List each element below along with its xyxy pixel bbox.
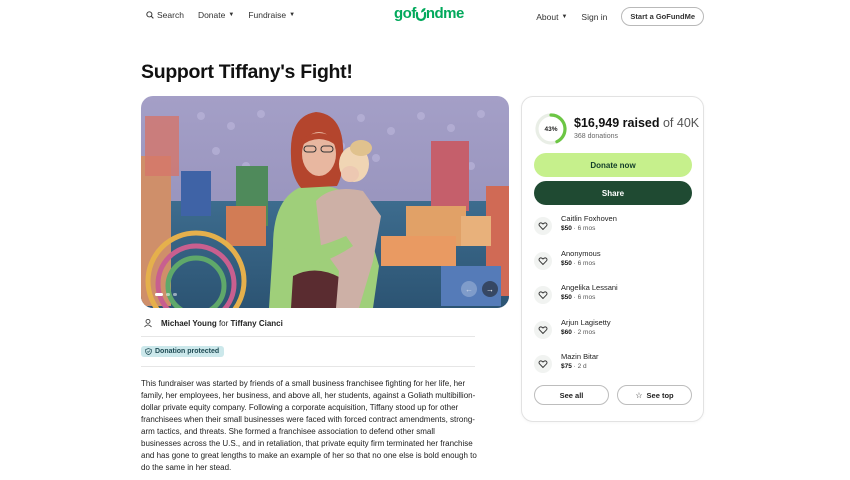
divider (141, 336, 475, 337)
donor-name: Angelika Lessani (561, 283, 618, 293)
about-menu[interactable]: About ▼ (536, 12, 567, 22)
heart-hand-icon (534, 251, 552, 270)
heart-hand-icon (534, 286, 552, 305)
donation-item: Angelika Lessani $50 · 6 mos (534, 280, 694, 315)
search-link[interactable]: Search (146, 10, 184, 20)
donor-name: Caitlin Foxhoven (561, 214, 617, 223)
donation-meta: $75 · 2 d (561, 363, 587, 371)
donate-menu[interactable]: Donate ▼ (198, 10, 234, 20)
see-all-button[interactable]: See all (534, 385, 609, 405)
goal-amount: of 40K (662, 116, 700, 130)
search-icon (146, 11, 154, 19)
arrow-right-icon: → (486, 284, 494, 294)
fundraise-menu[interactable]: Fundraise ▼ (248, 10, 295, 20)
donation-amount: $50 (561, 225, 572, 232)
donation-item: Mazin Bitar $75 · 2 d (534, 349, 694, 384)
organizer-line: Michael Young for Tiffany Cianci (143, 318, 283, 328)
campaign-hero-image[interactable]: ← → (141, 96, 509, 308)
donation-amount: $60 (561, 328, 572, 336)
donation-time: 6 mos (577, 294, 596, 302)
carousel-dots[interactable] (155, 293, 177, 296)
chevron-down-icon: ▼ (289, 12, 296, 18)
donate-now-button[interactable]: Donate now (534, 153, 692, 177)
see-top-label: See top (646, 390, 674, 400)
donation-meta: $50 · 6 mos (561, 294, 596, 302)
donation-item: Anonymous $50 · 6 mos (534, 246, 694, 281)
raised-amount: $16,949 raised (574, 116, 660, 130)
donation-amount: $50 (561, 294, 572, 302)
logo-text-right: ndme (425, 5, 465, 22)
page-title: Support Tiffany's Fight! (141, 61, 353, 83)
donation-protected-badge[interactable]: Donation protected (141, 346, 225, 357)
gofundme-logo[interactable]: gof ndme (394, 5, 464, 22)
recent-donations-list: Caitlin Foxhoven $50 · 6 mos Anonymous $… (534, 211, 694, 384)
donation-meta: $50 · 6 mos (561, 225, 596, 232)
donor-name: Mazin Bitar (561, 352, 599, 362)
donation-list-actions: See all ☆ See top (534, 385, 692, 405)
donor-name: Anonymous (561, 248, 601, 258)
header-right-nav: About ▼ Sign in Start a GoFundMe (536, 7, 704, 26)
see-top-button[interactable]: ☆ See top (617, 385, 692, 405)
organizer-text: Michael Young for Tiffany Cianci (161, 319, 283, 328)
donation-protected-label: Donation protected (155, 348, 220, 355)
donor-name: Arjun Lagisetty (561, 317, 611, 327)
donate-menu-label: Donate (197, 10, 226, 20)
logo-text-left: gof (394, 5, 416, 22)
start-gofundme-button[interactable]: Start a GoFundMe (621, 7, 704, 26)
donation-amount: $75 (561, 363, 572, 371)
progress-percent: 43% (544, 125, 558, 133)
star-icon: ☆ (635, 390, 643, 400)
donation-card: 43% $16,949 raised of 40K 368 donations … (521, 96, 704, 422)
carousel-prev-button[interactable]: ← (461, 281, 477, 297)
donation-time: 6 mos (577, 259, 596, 267)
share-button[interactable]: Share (534, 181, 692, 205)
shield-icon (145, 348, 152, 355)
fundraise-menu-label: Fundraise (248, 10, 287, 20)
donation-meta: $50 · 6 mos (561, 259, 596, 267)
heart-hand-icon (534, 355, 552, 374)
donation-meta: $60 · 2 mos (561, 328, 596, 336)
organizer-name[interactable]: Michael Young (161, 319, 217, 328)
donation-time: 6 mos (577, 225, 596, 232)
donation-item: Arjun Lagisetty $60 · 2 mos (534, 315, 694, 350)
amount-raised: $16,949 raised of 40K (574, 116, 699, 130)
donation-amount: $50 (561, 259, 572, 267)
heart-hand-icon (534, 320, 552, 339)
donation-time: 2 d (577, 363, 587, 371)
chevron-down-icon: ▼ (561, 13, 568, 20)
arrow-left-icon: ← (465, 284, 473, 294)
donation-time: 2 mos (577, 328, 596, 336)
divider (141, 366, 475, 367)
campaign-story: This fundraiser was started by friends o… (141, 379, 477, 472)
user-icon (144, 318, 152, 328)
hero-photo (141, 96, 509, 308)
search-label: Search (157, 10, 184, 20)
donation-count: 368 donations (574, 133, 618, 140)
donation-item: Caitlin Foxhoven $50 · 6 mos (534, 211, 694, 246)
carousel-dot[interactable] (173, 293, 177, 296)
organizer-connector: for (218, 318, 229, 328)
heart-hand-icon (534, 217, 552, 235)
about-menu-label: About (536, 11, 559, 22)
chevron-down-icon: ▼ (228, 12, 235, 18)
sign-in-link[interactable]: Sign in (581, 12, 607, 22)
header-left-nav: Search Donate ▼ Fundraise ▼ (146, 10, 295, 20)
carousel-dot[interactable] (166, 293, 170, 296)
carousel-next-button[interactable]: → (482, 281, 498, 297)
carousel-dot-active[interactable] (155, 293, 163, 296)
beneficiary-name[interactable]: Tiffany Cianci (231, 319, 283, 328)
